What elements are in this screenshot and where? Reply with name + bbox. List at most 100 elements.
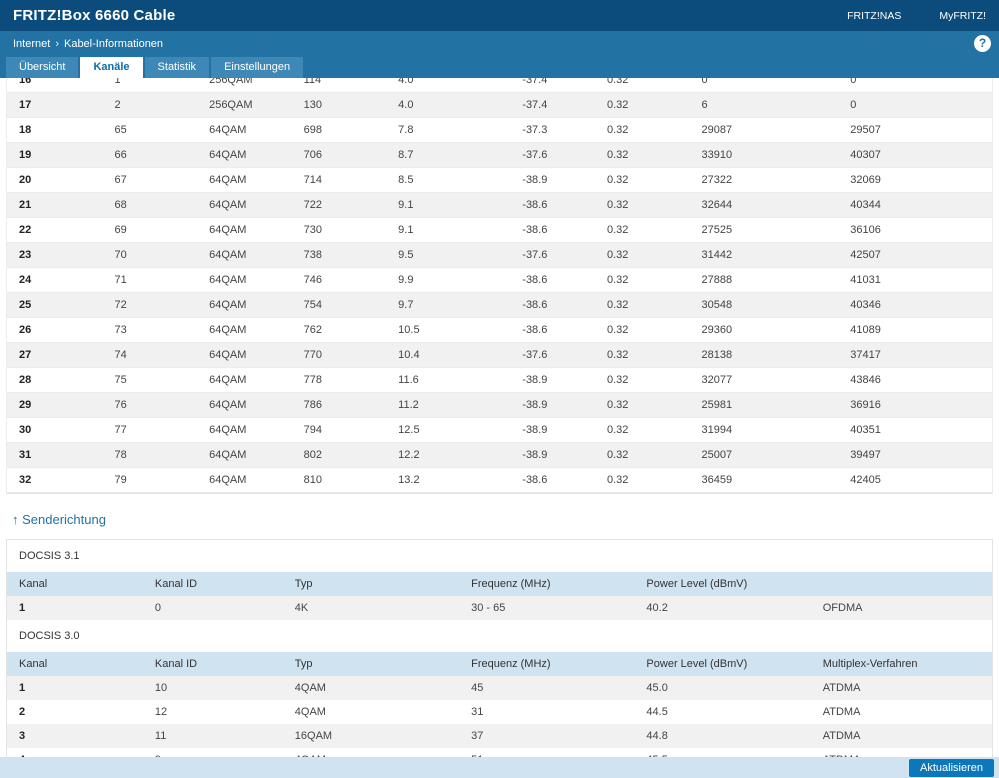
cell: 0.32 — [594, 392, 690, 418]
tab-einstellungen[interactable]: Einstellungen — [211, 57, 304, 78]
tab-statistik[interactable]: Statistik — [144, 57, 210, 78]
cell: 754 — [291, 292, 387, 318]
upstream-row: 2 12 4QAM 31 44.5 ATDMA — [7, 700, 992, 724]
cell: 64QAM — [197, 467, 292, 493]
downstream-row: 26 73 64QAM 762 10.5 -38.6 0.32 29360 41089 — [7, 317, 992, 343]
cell: 29507 — [838, 117, 992, 143]
cell: 2 — [102, 92, 198, 118]
cell: 40307 — [838, 142, 992, 168]
cell: 9.1 — [386, 192, 511, 218]
cell: 0.32 — [594, 342, 690, 368]
header-cell: Kanal ID — [142, 652, 283, 676]
cell: 41031 — [838, 267, 992, 293]
cell: 71 — [102, 267, 198, 293]
cell: 0 — [838, 92, 992, 118]
header-cell — [810, 572, 992, 596]
cell: 37417 — [838, 342, 992, 368]
cell: 12.2 — [386, 442, 511, 468]
cell: 1 — [19, 682, 26, 694]
cell: -38.9 — [510, 367, 595, 393]
upstream-row: 1 10 4QAM 45 45.0 ATDMA — [7, 676, 992, 700]
header-cell: Frequenz (MHz) — [459, 572, 635, 596]
cell: 8.7 — [386, 142, 511, 168]
myfritz-link[interactable]: MyFRITZ! — [939, 10, 986, 22]
cell: 39497 — [838, 442, 992, 468]
cell: ATDMA — [822, 706, 861, 718]
cell: 10.4 — [386, 342, 511, 368]
cell: 64QAM — [197, 367, 292, 393]
cell: 36459 — [689, 467, 839, 493]
cell: 722 — [291, 192, 387, 218]
cell: 64QAM — [197, 417, 292, 443]
cell: 17 — [7, 92, 103, 118]
cell: 4 — [7, 748, 143, 757]
cell: 29 — [7, 392, 103, 418]
cell: 26 — [7, 317, 103, 343]
downstream-row: 17 2 256QAM 130 4.0 -37.4 0.32 6 0 — [7, 92, 992, 118]
cell: 13.2 — [386, 467, 511, 493]
tab-kanaele[interactable]: Kanäle — [80, 57, 143, 78]
cell: 698 — [291, 117, 387, 143]
cell: OFDMA — [822, 602, 863, 614]
cell: 8.5 — [386, 167, 511, 193]
header-cell: Typ — [282, 572, 460, 596]
topbar-links: FRITZ!NAS MyFRITZ! — [809, 10, 986, 22]
header-cell: Kanal ID — [142, 572, 283, 596]
refresh-button[interactable]: Aktualisieren — [909, 758, 994, 777]
cell: 2 — [19, 706, 26, 718]
downstream-row: 24 71 64QAM 746 9.9 -38.6 0.32 27888 41031 — [7, 267, 992, 293]
fritznas-link[interactable]: FRITZ!NAS — [847, 10, 901, 22]
cell: 12.5 — [386, 417, 511, 443]
tab-uebersicht[interactable]: Übersicht — [6, 57, 79, 78]
cell: 40351 — [838, 417, 992, 443]
cell: -38.6 — [510, 317, 595, 343]
downstream-row: 29 76 64QAM 786 11.2 -38.9 0.32 25981 36916 — [7, 392, 992, 418]
upstream-table: DOCSIS 3.1 Kanal Kanal ID Typ Frequenz (MHz)… — [7, 540, 992, 757]
cell: 41089 — [838, 317, 992, 343]
cell: 0.32 — [594, 442, 690, 468]
cell: 64QAM — [197, 267, 292, 293]
cell: 76 — [102, 392, 198, 418]
cell: 0.32 — [594, 217, 690, 243]
cell: ATDMA — [822, 730, 861, 742]
cell: 0 — [838, 78, 992, 93]
footer-bar: Aktualisieren — [0, 757, 999, 778]
cell: -37.4 — [510, 92, 595, 118]
help-icon[interactable]: ? — [974, 35, 991, 52]
cell: 4QAM — [294, 706, 326, 718]
cell: 0.32 — [594, 292, 690, 318]
upstream-section-label: DOCSIS 3.1 — [7, 540, 992, 572]
cell: 0.32 — [594, 467, 690, 493]
cell: 64QAM — [197, 117, 292, 143]
cell: 1 — [19, 602, 26, 614]
cell: 29087 — [689, 117, 839, 143]
cell: 256QAM — [197, 78, 292, 93]
cell: 10.5 — [386, 317, 511, 343]
header-cell: Typ — [282, 652, 460, 676]
cell: 40.2 — [646, 602, 668, 614]
breadcrumb-section[interactable]: Internet — [13, 38, 50, 50]
upstream-row: 1 0 4K 30 - 65 40.2 OFDMA — [7, 596, 992, 620]
cell: 11.2 — [386, 392, 511, 418]
cell: 0.32 — [594, 417, 690, 443]
cell: 69 — [102, 217, 198, 243]
cell: 11.6 — [386, 367, 511, 393]
cell: 44.8 — [646, 730, 668, 742]
cell: 77 — [102, 417, 198, 443]
cell: 36106 — [838, 217, 992, 243]
up-arrow-icon: ↑ — [12, 512, 19, 527]
upstream-section-row: DOCSIS 3.1 — [7, 540, 992, 572]
cell: 21 — [7, 192, 103, 218]
cell: 42405 — [838, 467, 992, 493]
cell: 0.32 — [594, 92, 690, 118]
cell: 65 — [102, 117, 198, 143]
app-header: FRITZ!Box 6660 Cable FRITZ!NAS MyFRITZ! — [0, 0, 999, 31]
cell: 51 — [459, 748, 634, 757]
cell: 37 — [471, 730, 484, 742]
cell: 64QAM — [197, 292, 292, 318]
cell: 66 — [102, 142, 198, 168]
downstream-row: 18 65 64QAM 698 7.8 -37.3 0.32 29087 29507 — [7, 117, 992, 143]
cell: 0.32 — [594, 142, 690, 168]
cell: 74 — [102, 342, 198, 368]
cell: 810 — [291, 467, 387, 493]
